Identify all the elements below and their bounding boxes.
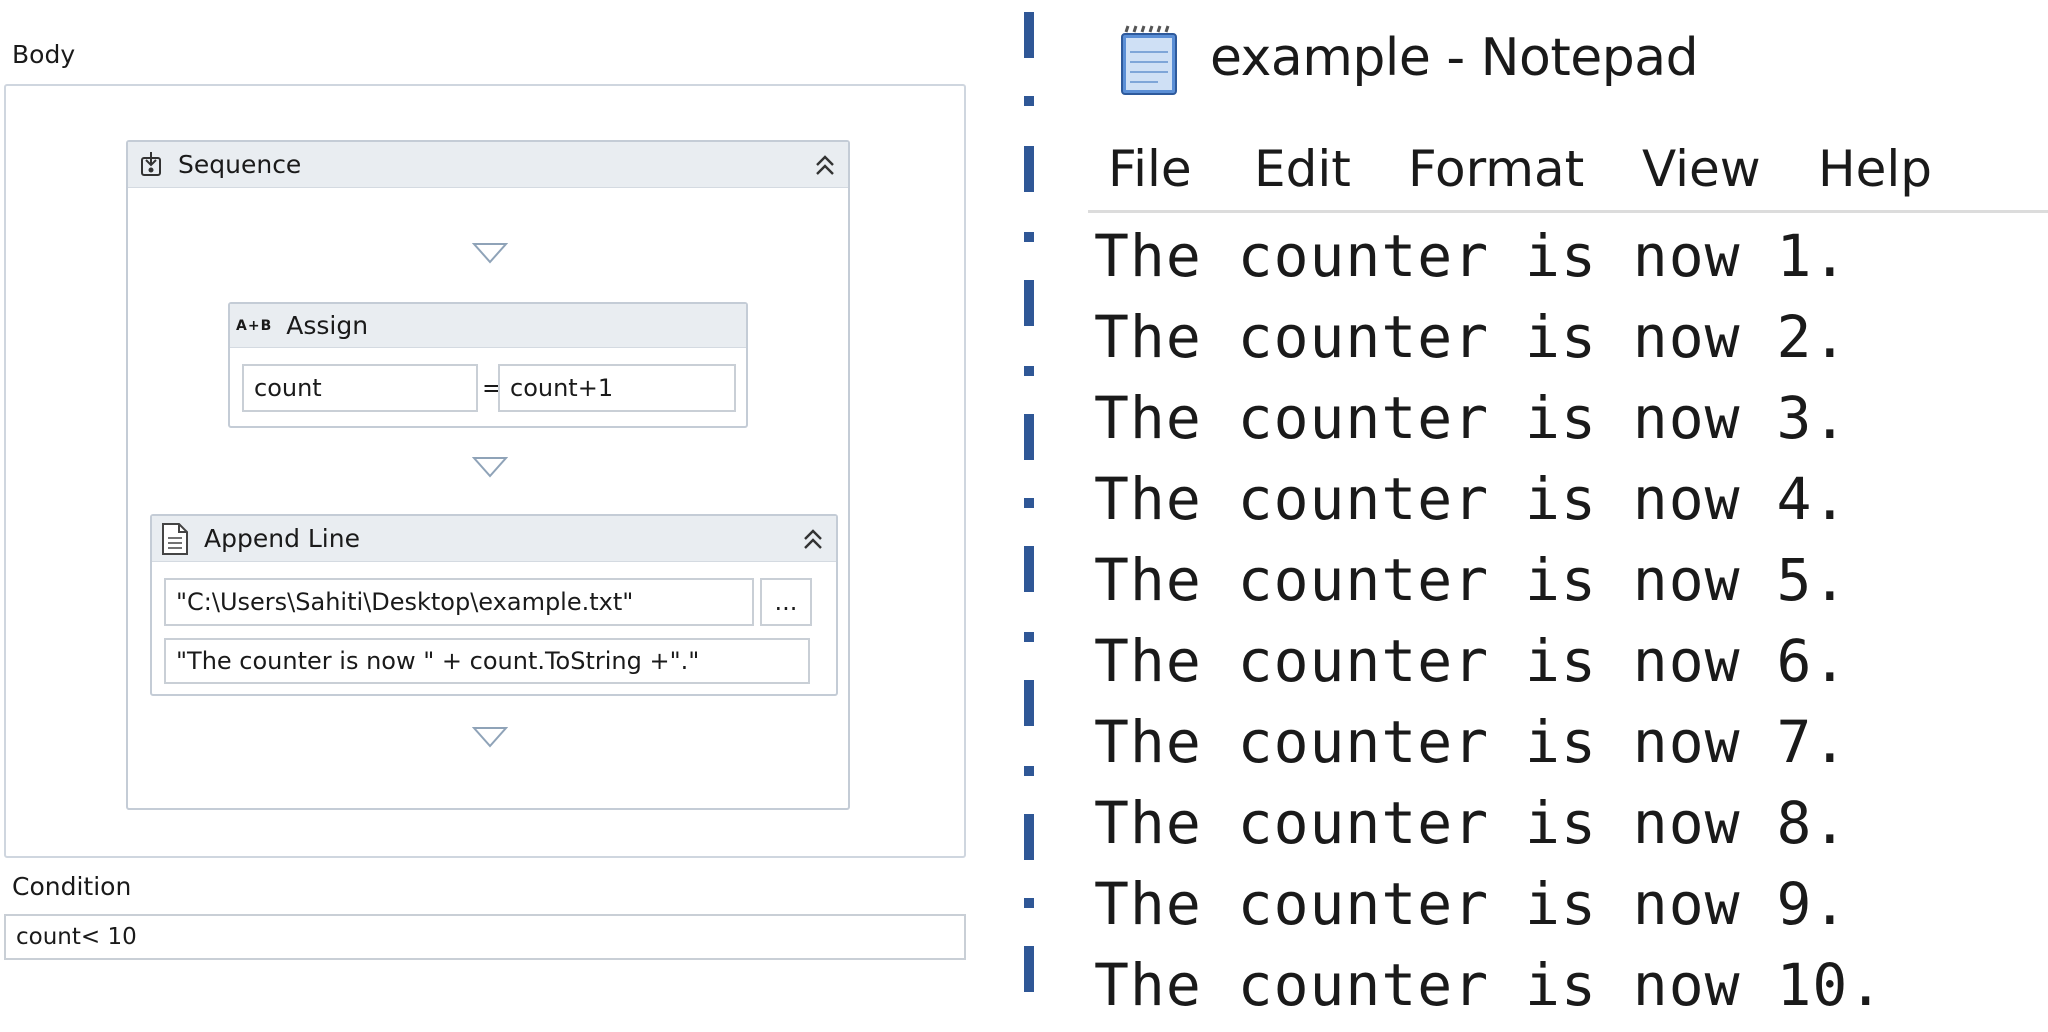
text-line: The counter is now 4. xyxy=(1094,465,1849,533)
condition-label: Condition xyxy=(12,872,132,901)
append-line-collapse-button[interactable] xyxy=(798,524,828,554)
divider-dash xyxy=(1024,498,1034,508)
browse-button[interactable]: ... xyxy=(760,578,812,626)
text-line: The counter is now 10. xyxy=(1094,951,1885,1019)
notepad-icon xyxy=(1112,22,1188,98)
divider-dash xyxy=(1024,814,1034,860)
double-chevron-up-icon xyxy=(816,154,834,175)
file-path-field[interactable]: "C:\Users\Sahiti\Desktop\example.txt" xyxy=(164,578,754,626)
text-line: The counter is now 5. xyxy=(1094,546,1849,614)
divider-dash xyxy=(1024,280,1034,326)
append-line-title: Append Line xyxy=(204,524,360,553)
window-title: example - Notepad xyxy=(1210,28,1699,88)
divider-dash xyxy=(1024,898,1034,908)
text-line: The counter is now 1. xyxy=(1094,222,1849,290)
text-editor[interactable]: The counter is now 1. The counter is now… xyxy=(1094,222,2044,1022)
append-text-field[interactable]: "The counter is now " + count.ToString +… xyxy=(164,638,810,684)
menu-divider xyxy=(1088,210,2048,213)
divider-dash xyxy=(1024,12,1034,58)
drop-target-arrow-icon[interactable] xyxy=(472,726,508,748)
sequence-activity[interactable]: Sequence A+B Assign count = count+1 Appe… xyxy=(126,140,850,810)
body-label: Body xyxy=(12,40,76,69)
menu-help[interactable]: Help xyxy=(1818,140,1932,198)
append-line-activity[interactable]: Append Line "C:\Users\Sahiti\Desktop\exa… xyxy=(150,514,838,696)
append-line-header[interactable]: Append Line xyxy=(152,516,836,562)
text-line: The counter is now 6. xyxy=(1094,627,1849,695)
sequence-icon xyxy=(136,150,166,180)
body-panel[interactable]: Sequence A+B Assign count = count+1 Appe… xyxy=(4,84,966,858)
divider-dash xyxy=(1024,680,1034,726)
sequence-title: Sequence xyxy=(178,150,302,179)
assign-header[interactable]: A+B Assign xyxy=(230,304,746,348)
text-line: The counter is now 8. xyxy=(1094,789,1849,857)
assign-icon: A+B xyxy=(236,317,273,334)
text-line: The counter is now 2. xyxy=(1094,303,1849,371)
text-line: The counter is now 7. xyxy=(1094,708,1849,776)
divider-dash xyxy=(1024,366,1034,376)
divider-dash xyxy=(1024,632,1034,642)
divider-dash xyxy=(1024,96,1034,106)
assign-to-field[interactable]: count xyxy=(242,364,478,412)
assign-title: Assign xyxy=(286,311,369,340)
menu-format[interactable]: Format xyxy=(1408,140,1584,198)
drop-target-arrow-icon[interactable] xyxy=(472,456,508,478)
divider-dash xyxy=(1024,414,1034,460)
assign-activity[interactable]: A+B Assign count = count+1 xyxy=(228,302,748,428)
menu-view[interactable]: View xyxy=(1642,140,1761,198)
menu-file[interactable]: File xyxy=(1108,140,1192,198)
divider-dash xyxy=(1024,546,1034,592)
sequence-collapse-button[interactable] xyxy=(810,150,840,180)
assign-value-field[interactable]: count+1 xyxy=(498,364,736,412)
divider-dash xyxy=(1024,232,1034,242)
workflow-designer: Body Sequence A+B Assign count = count+1… xyxy=(0,0,980,1032)
divider-dash xyxy=(1024,146,1034,192)
sequence-header[interactable]: Sequence xyxy=(128,142,848,188)
divider-dash xyxy=(1024,946,1034,992)
condition-input[interactable]: count< 10 xyxy=(4,914,966,960)
menu-edit[interactable]: Edit xyxy=(1254,140,1351,198)
document-icon xyxy=(160,522,190,556)
double-chevron-up-icon xyxy=(804,528,822,549)
text-line: The counter is now 3. xyxy=(1094,384,1849,452)
text-line: The counter is now 9. xyxy=(1094,870,1849,938)
drop-target-arrow-icon[interactable] xyxy=(472,242,508,264)
divider-dash xyxy=(1024,766,1034,776)
